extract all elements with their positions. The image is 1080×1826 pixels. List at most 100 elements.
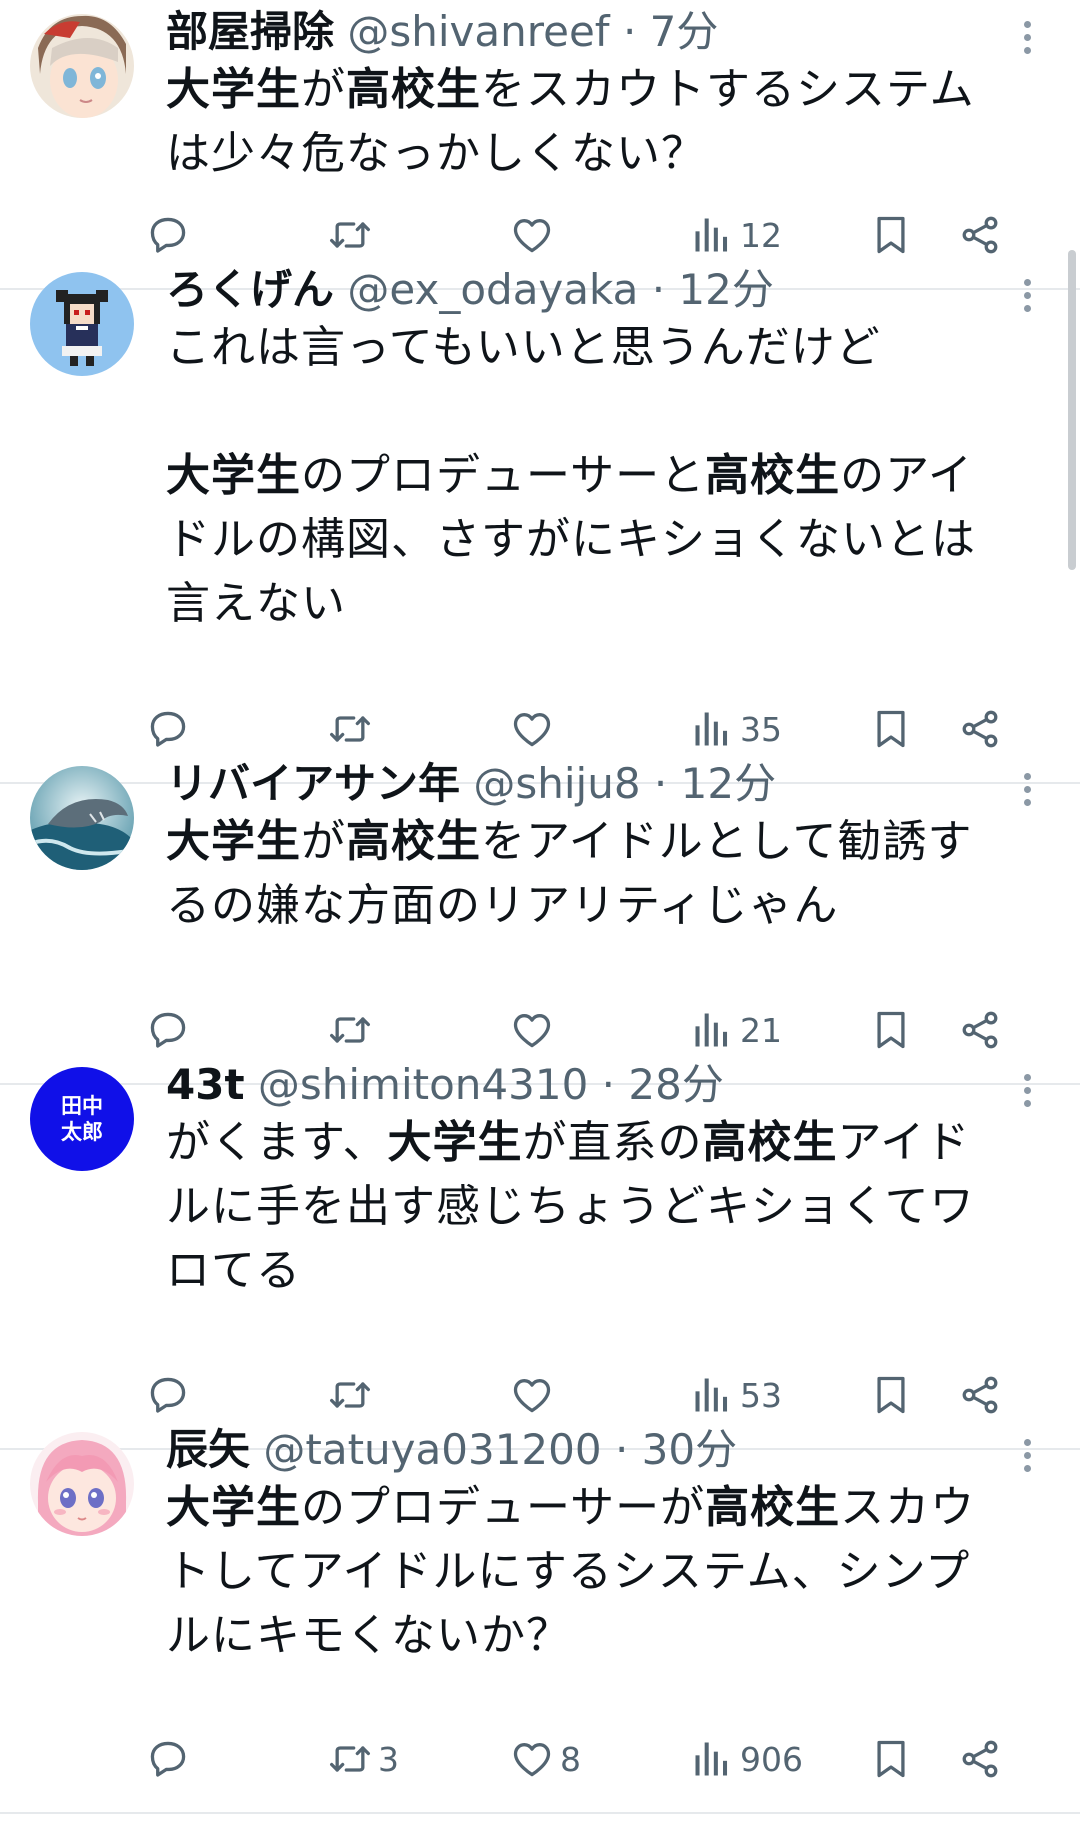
- like-button[interactable]: 8: [510, 1729, 581, 1789]
- views-button[interactable]: 53: [690, 1365, 782, 1425]
- text-segment: のプロデューサーが: [301, 1482, 706, 1533]
- text-line: 大学生が高校生をアイドルとして勧誘す: [166, 810, 1046, 874]
- text-segment: 言えない: [166, 578, 346, 629]
- action-bar: 35: [0, 699, 1080, 759]
- display-name[interactable]: ろくげん: [166, 265, 334, 314]
- views-button[interactable]: 35: [690, 699, 782, 759]
- reply-button[interactable]: [146, 1729, 196, 1789]
- like-count: 8: [560, 1739, 581, 1779]
- username[interactable]: @shimiton4310: [258, 1060, 588, 1109]
- avatar[interactable]: [30, 1432, 134, 1536]
- avatar-text: 太郎: [61, 1120, 103, 1144]
- views-button[interactable]: 906: [690, 1729, 803, 1789]
- avatar-text: 田中: [61, 1094, 103, 1118]
- views-count: 35: [740, 709, 782, 749]
- retweet-button[interactable]: [328, 205, 378, 265]
- share-icon: [958, 707, 1002, 751]
- timestamp[interactable]: 7分: [650, 7, 719, 56]
- highlighted-keyword: 高校生: [702, 1117, 838, 1168]
- share-button[interactable]: [958, 205, 1002, 265]
- display-name[interactable]: 部屋掃除: [166, 7, 334, 56]
- share-button[interactable]: [958, 1000, 1002, 1060]
- reply-icon: [146, 707, 190, 751]
- timestamp[interactable]: 12分: [681, 759, 776, 808]
- reply-button[interactable]: [146, 699, 196, 759]
- more-options-icon[interactable]: [1015, 770, 1039, 810]
- reply-button[interactable]: [146, 1000, 196, 1060]
- tweet-text: これは言ってもいいと思うんだけど 大学生のプロデューサーと高校生のアイ ドルの構図、…: [166, 316, 1046, 636]
- display-name[interactable]: 辰矢: [166, 1425, 250, 1474]
- like-icon: [510, 1373, 554, 1417]
- more-options-icon[interactable]: [1015, 18, 1039, 58]
- tweet-header: リバイアサン年 @shiju8 · 12分: [166, 756, 990, 812]
- views-icon: [690, 1008, 734, 1052]
- like-button[interactable]: [510, 699, 560, 759]
- reply-icon: [146, 1008, 190, 1052]
- action-bar: 53: [0, 1365, 1080, 1425]
- bookmark-icon: [869, 707, 913, 751]
- like-icon: [510, 707, 554, 751]
- timestamp[interactable]: 30分: [642, 1425, 737, 1474]
- reply-button[interactable]: [146, 1365, 196, 1425]
- scrollbar[interactable]: [1068, 250, 1076, 570]
- bookmark-button[interactable]: [869, 205, 913, 265]
- more-options-icon[interactable]: [1015, 1436, 1039, 1476]
- avatar[interactable]: 田中 太郎: [30, 1067, 134, 1171]
- avatar[interactable]: [30, 272, 134, 376]
- username[interactable]: @tatuya031200: [263, 1425, 601, 1474]
- retweet-button[interactable]: 3: [328, 1729, 399, 1789]
- text-segment: が直系の: [522, 1117, 703, 1168]
- like-button[interactable]: [510, 205, 560, 265]
- text-segment: がくます、: [166, 1117, 388, 1168]
- bookmark-icon: [869, 1373, 913, 1417]
- like-button[interactable]: [510, 1000, 560, 1060]
- more-options-icon[interactable]: [1015, 1071, 1039, 1111]
- more-options-icon[interactable]: [1015, 276, 1039, 316]
- views-button[interactable]: 21: [690, 1000, 782, 1060]
- retweet-icon: [328, 1737, 372, 1781]
- views-button[interactable]: 12: [690, 205, 782, 265]
- action-bar: 3 8 906: [0, 1729, 1080, 1789]
- bookmark-icon: [869, 1008, 913, 1052]
- tweet-header: 部屋掃除 @shivanreef · 7分: [166, 4, 990, 60]
- retweet-button[interactable]: [328, 1000, 378, 1060]
- text-line: 言えない: [166, 572, 1046, 636]
- bookmark-button[interactable]: [869, 1000, 913, 1060]
- display-name[interactable]: リバイアサン年: [166, 759, 460, 808]
- share-button[interactable]: [958, 699, 1002, 759]
- bookmark-button[interactable]: [869, 1729, 913, 1789]
- text-line: 大学生のプロデューサーと高校生のアイ: [166, 444, 1046, 508]
- highlighted-keyword: 大学生: [166, 450, 301, 501]
- bookmark-icon: [869, 213, 913, 257]
- avatar[interactable]: [30, 14, 134, 118]
- username[interactable]: @ex_odayaka: [347, 265, 638, 314]
- text-line: ルに手を出す感じちょうどキショくてワ: [166, 1175, 1046, 1239]
- username[interactable]: @shivanreef: [347, 7, 609, 56]
- avatar[interactable]: [30, 766, 134, 870]
- text-line: るの嫌な方面のリアリティじゃん: [166, 874, 1046, 938]
- username[interactable]: @shiju8: [473, 759, 640, 808]
- text-line: 大学生が高校生をスカウトするシステム: [166, 58, 1046, 122]
- timestamp[interactable]: 28分: [628, 1060, 723, 1109]
- like-button[interactable]: [510, 1365, 560, 1425]
- bookmark-button[interactable]: [869, 699, 913, 759]
- retweet-button[interactable]: [328, 699, 378, 759]
- text-segment: ロてる: [166, 1245, 301, 1296]
- text-segment: ルにキモくないか？: [166, 1610, 571, 1661]
- retweet-button[interactable]: [328, 1365, 378, 1425]
- reply-button[interactable]: [146, 205, 196, 265]
- display-name[interactable]: 43t: [166, 1060, 245, 1109]
- share-button[interactable]: [958, 1729, 1002, 1789]
- bookmark-button[interactable]: [869, 1365, 913, 1425]
- highlighted-keyword: 大学生: [166, 64, 301, 115]
- retweet-icon: [328, 1373, 372, 1417]
- bookmark-icon: [869, 1737, 913, 1781]
- text-segment: をスカウトするシステム: [481, 64, 975, 115]
- text-segment: のプロデューサーと: [301, 450, 706, 501]
- separator-dot: ·: [651, 265, 666, 314]
- text-segment: アイド: [837, 1117, 971, 1168]
- reply-icon: [146, 1737, 190, 1781]
- timestamp[interactable]: 12分: [678, 265, 773, 314]
- retweet-icon: [328, 707, 372, 751]
- share-button[interactable]: [958, 1365, 1002, 1425]
